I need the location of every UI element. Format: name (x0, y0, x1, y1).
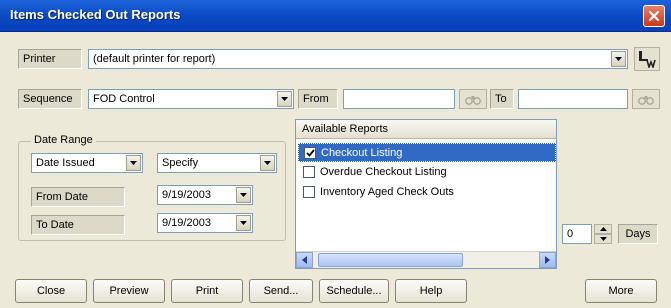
from-date-value: 9/19/2003 (162, 189, 211, 201)
chevron-down-icon[interactable] (277, 91, 292, 107)
from-lookup-button[interactable] (459, 89, 487, 109)
from-date-label: From Date (31, 187, 125, 207)
horizontal-scrollbar[interactable] (296, 251, 556, 268)
report-item-checkout-listing[interactable]: Checkout Listing (298, 143, 556, 162)
scroll-right-icon[interactable] (539, 252, 556, 268)
close-window-button[interactable] (643, 5, 665, 27)
to-date-label: To Date (31, 215, 125, 235)
days-input[interactable]: 0 (562, 224, 592, 244)
scrollbar-thumb[interactable] (318, 253, 463, 267)
binoculars-icon (465, 95, 481, 105)
date-mode-select[interactable]: Specify (157, 153, 277, 173)
to-label: To (490, 89, 514, 109)
close-x-icon (648, 10, 660, 22)
from-input[interactable] (343, 89, 455, 109)
schedule-button[interactable]: Schedule... (319, 279, 389, 303)
report-label: Inventory Aged Check Outs (320, 186, 454, 198)
report-checkbox[interactable] (303, 166, 315, 178)
from-date-picker[interactable]: 9/19/2003 (157, 185, 253, 205)
report-item-inventory-aged-check-outs[interactable]: Inventory Aged Check Outs (298, 183, 556, 202)
preview-button[interactable]: Preview (93, 279, 165, 303)
more-button[interactable]: More (585, 279, 657, 303)
printer-setup-button[interactable] (634, 47, 660, 71)
report-checkbox[interactable] (304, 147, 316, 159)
spin-down-icon[interactable] (594, 234, 612, 244)
report-label: Overdue Checkout Listing (320, 166, 447, 178)
sequence-select[interactable]: FOD Control (88, 89, 294, 109)
chevron-down-icon[interactable] (611, 51, 626, 67)
printer-select[interactable]: (default printer for report) (88, 49, 628, 69)
window-title: Items Checked Out Reports (10, 7, 181, 22)
title-bar: Items Checked Out Reports (0, 0, 671, 32)
dialog-window: Items Checked Out Reports Printer (defau… (0, 0, 671, 308)
checkmark-icon (305, 149, 315, 157)
chevron-down-icon[interactable] (236, 215, 251, 231)
report-label: Checkout Listing (321, 147, 403, 159)
sequence-select-value: FOD Control (93, 93, 155, 105)
report-item-overdue-checkout-listing[interactable]: Overdue Checkout Listing (298, 163, 556, 182)
chevron-down-icon[interactable] (236, 187, 251, 203)
scroll-left-icon[interactable] (296, 252, 313, 268)
sequence-label: Sequence (18, 89, 82, 109)
date-range-title: Date Range (31, 134, 96, 146)
date-range-group: Date Range Date Issued Specify From Date… (18, 134, 286, 241)
to-input[interactable] (518, 89, 628, 109)
date-type-value: Date Issued (36, 157, 95, 169)
printer-setup-icon (639, 51, 656, 68)
chevron-down-icon[interactable] (260, 155, 275, 171)
to-date-value: 9/19/2003 (162, 217, 211, 229)
chevron-down-icon[interactable] (126, 155, 141, 171)
report-checkbox[interactable] (303, 186, 315, 198)
days-label: Days (618, 224, 658, 244)
spin-up-icon[interactable] (594, 224, 612, 234)
available-reports-list[interactable]: Available Reports Checkout Listing Overd… (295, 119, 557, 269)
binoculars-icon (638, 95, 654, 105)
send-button[interactable]: Send... (249, 279, 313, 303)
available-reports-header: Available Reports (296, 120, 556, 139)
to-lookup-button[interactable] (632, 89, 660, 109)
days-spinner[interactable] (594, 224, 612, 244)
help-button[interactable]: Help (395, 279, 467, 303)
print-button[interactable]: Print (171, 279, 243, 303)
printer-select-value: (default printer for report) (93, 53, 216, 65)
printer-label: Printer (18, 49, 82, 69)
date-type-select[interactable]: Date Issued (31, 153, 143, 173)
close-button[interactable]: Close (15, 279, 87, 303)
to-date-picker[interactable]: 9/19/2003 (157, 213, 253, 233)
date-mode-value: Specify (162, 157, 199, 169)
from-label: From (298, 89, 338, 109)
